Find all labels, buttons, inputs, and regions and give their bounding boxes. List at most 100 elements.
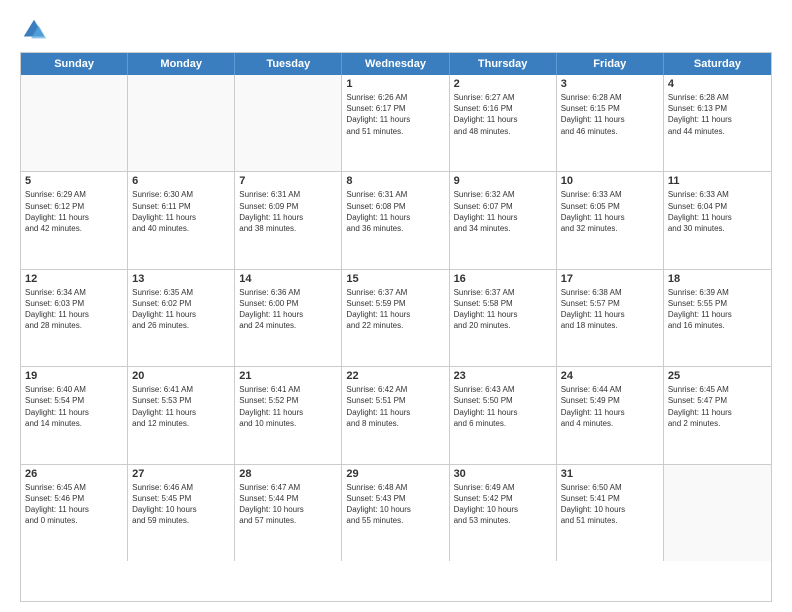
day-details: Sunrise: 6:30 AM Sunset: 6:11 PM Dayligh…	[132, 189, 230, 234]
day-number: 8	[346, 175, 444, 187]
calendar-day-empty	[21, 75, 128, 171]
day-number: 26	[25, 468, 123, 480]
calendar-day-6: 6 Sunrise: 6:30 AM Sunset: 6:11 PM Daylig…	[128, 172, 235, 268]
day-details: Sunrise: 6:28 AM Sunset: 6:15 PM Dayligh…	[561, 92, 659, 137]
calendar-day-29: 29 Sunrise: 6:48 AM Sunset: 5:43 PM Dayli…	[342, 465, 449, 561]
calendar-day-31: 31Sunrise: 6:50 AM Sunset: 5:41 PM Dayli…	[557, 465, 664, 561]
day-number: 16	[454, 273, 552, 285]
calendar-day-23: 23 Sunrise: 6:43 AM Sunset: 5:50 PM Dayli…	[450, 367, 557, 463]
day-details: Sunrise: 6:49 AM Sunset: 5:42 PM Dayligh…	[454, 482, 552, 527]
calendar-day-3: 3 Sunrise: 6:28 AM Sunset: 6:15 PM Daylig…	[557, 75, 664, 171]
calendar-day-19: 19Sunrise: 6:40 AM Sunset: 5:54 PM Dayli…	[21, 367, 128, 463]
day-number: 19	[25, 370, 123, 382]
calendar-day-17: 17Sunrise: 6:38 AM Sunset: 5:57 PM Dayli…	[557, 270, 664, 366]
day-number: 23	[454, 370, 552, 382]
calendar-day-30: 30 Sunrise: 6:49 AM Sunset: 5:42 PM Dayli…	[450, 465, 557, 561]
calendar-day-26: 26 Sunrise: 6:45 AM Sunset: 5:46 PM Dayli…	[21, 465, 128, 561]
day-number: 18	[668, 273, 767, 285]
day-details: Sunrise: 6:42 AM Sunset: 5:51 PM Dayligh…	[346, 384, 444, 429]
day-details: Sunrise: 6:33 AM Sunset: 6:05 PM Dayligh…	[561, 189, 659, 234]
calendar-day-20: 20Sunrise: 6:41 AM Sunset: 5:53 PM Dayli…	[128, 367, 235, 463]
calendar-day-2: 2Sunrise: 6:27 AM Sunset: 6:16 PM Daylig…	[450, 75, 557, 171]
header-day-wednesday: Wednesday	[342, 53, 449, 75]
calendar-day-12: 12Sunrise: 6:34 AM Sunset: 6:03 PM Dayli…	[21, 270, 128, 366]
day-number: 2	[454, 78, 552, 90]
day-number: 21	[239, 370, 337, 382]
logo-icon	[20, 16, 48, 44]
calendar-day-empty	[235, 75, 342, 171]
day-details: Sunrise: 6:43 AM Sunset: 5:50 PM Dayligh…	[454, 384, 552, 429]
calendar-day-21: 21 Sunrise: 6:41 AM Sunset: 5:52 PM Dayli…	[235, 367, 342, 463]
calendar: SundayMondayTuesdayWednesdayThursdayFrid…	[20, 52, 772, 602]
day-details: Sunrise: 6:36 AM Sunset: 6:00 PM Dayligh…	[239, 287, 337, 332]
header-day-saturday: Saturday	[664, 53, 771, 75]
day-details: Sunrise: 6:34 AM Sunset: 6:03 PM Dayligh…	[25, 287, 123, 332]
calendar-day-28: 28Sunrise: 6:47 AM Sunset: 5:44 PM Dayli…	[235, 465, 342, 561]
day-details: Sunrise: 6:33 AM Sunset: 6:04 PM Dayligh…	[668, 189, 767, 234]
day-number: 17	[561, 273, 659, 285]
day-number: 27	[132, 468, 230, 480]
calendar-day-4: 4 Sunrise: 6:28 AM Sunset: 6:13 PM Daylig…	[664, 75, 771, 171]
day-details: Sunrise: 6:37 AM Sunset: 5:58 PM Dayligh…	[454, 287, 552, 332]
day-number: 30	[454, 468, 552, 480]
calendar-day-16: 16 Sunrise: 6:37 AM Sunset: 5:58 PM Dayli…	[450, 270, 557, 366]
day-details: Sunrise: 6:39 AM Sunset: 5:55 PM Dayligh…	[668, 287, 767, 332]
day-number: 13	[132, 273, 230, 285]
day-number: 5	[25, 175, 123, 187]
calendar-header: SundayMondayTuesdayWednesdayThursdayFrid…	[21, 53, 771, 75]
day-number: 6	[132, 175, 230, 187]
day-details: Sunrise: 6:41 AM Sunset: 5:52 PM Dayligh…	[239, 384, 337, 429]
day-number: 11	[668, 175, 767, 187]
calendar-week-3: 12Sunrise: 6:34 AM Sunset: 6:03 PM Dayli…	[21, 269, 771, 366]
calendar-day-18: 18 Sunrise: 6:39 AM Sunset: 5:55 PM Dayli…	[664, 270, 771, 366]
calendar-day-22: 22 Sunrise: 6:42 AM Sunset: 5:51 PM Dayli…	[342, 367, 449, 463]
calendar-day-14: 14Sunrise: 6:36 AM Sunset: 6:00 PM Dayli…	[235, 270, 342, 366]
calendar-day-13: 13 Sunrise: 6:35 AM Sunset: 6:02 PM Dayli…	[128, 270, 235, 366]
header	[20, 16, 772, 44]
calendar-day-27: 27 Sunrise: 6:46 AM Sunset: 5:45 PM Dayli…	[128, 465, 235, 561]
day-details: Sunrise: 6:50 AM Sunset: 5:41 PM Dayligh…	[561, 482, 659, 527]
calendar-day-empty	[128, 75, 235, 171]
calendar-day-7: 7Sunrise: 6:31 AM Sunset: 6:09 PM Daylig…	[235, 172, 342, 268]
calendar-day-25: 25Sunrise: 6:45 AM Sunset: 5:47 PM Dayli…	[664, 367, 771, 463]
day-details: Sunrise: 6:35 AM Sunset: 6:02 PM Dayligh…	[132, 287, 230, 332]
day-details: Sunrise: 6:32 AM Sunset: 6:07 PM Dayligh…	[454, 189, 552, 234]
calendar-day-5: 5 Sunrise: 6:29 AM Sunset: 6:12 PM Daylig…	[21, 172, 128, 268]
calendar-day-24: 24 Sunrise: 6:44 AM Sunset: 5:49 PM Dayli…	[557, 367, 664, 463]
calendar-day-8: 8 Sunrise: 6:31 AM Sunset: 6:08 PM Daylig…	[342, 172, 449, 268]
header-day-monday: Monday	[128, 53, 235, 75]
page: SundayMondayTuesdayWednesdayThursdayFrid…	[0, 0, 792, 612]
day-details: Sunrise: 6:44 AM Sunset: 5:49 PM Dayligh…	[561, 384, 659, 429]
day-details: Sunrise: 6:31 AM Sunset: 6:09 PM Dayligh…	[239, 189, 337, 234]
day-number: 29	[346, 468, 444, 480]
calendar-day-10: 10Sunrise: 6:33 AM Sunset: 6:05 PM Dayli…	[557, 172, 664, 268]
calendar-day-empty	[664, 465, 771, 561]
day-details: Sunrise: 6:37 AM Sunset: 5:59 PM Dayligh…	[346, 287, 444, 332]
header-day-friday: Friday	[557, 53, 664, 75]
day-details: Sunrise: 6:48 AM Sunset: 5:43 PM Dayligh…	[346, 482, 444, 527]
day-number: 9	[454, 175, 552, 187]
header-day-thursday: Thursday	[450, 53, 557, 75]
day-number: 24	[561, 370, 659, 382]
header-day-sunday: Sunday	[21, 53, 128, 75]
header-day-tuesday: Tuesday	[235, 53, 342, 75]
day-number: 20	[132, 370, 230, 382]
day-details: Sunrise: 6:28 AM Sunset: 6:13 PM Dayligh…	[668, 92, 767, 137]
day-details: Sunrise: 6:45 AM Sunset: 5:46 PM Dayligh…	[25, 482, 123, 527]
day-number: 25	[668, 370, 767, 382]
calendar-body: 1Sunrise: 6:26 AM Sunset: 6:17 PM Daylig…	[21, 75, 771, 561]
logo	[20, 16, 52, 44]
calendar-week-2: 5 Sunrise: 6:29 AM Sunset: 6:12 PM Daylig…	[21, 171, 771, 268]
calendar-day-9: 9 Sunrise: 6:32 AM Sunset: 6:07 PM Daylig…	[450, 172, 557, 268]
day-number: 1	[346, 78, 444, 90]
calendar-week-4: 19Sunrise: 6:40 AM Sunset: 5:54 PM Dayli…	[21, 366, 771, 463]
day-number: 4	[668, 78, 767, 90]
day-details: Sunrise: 6:46 AM Sunset: 5:45 PM Dayligh…	[132, 482, 230, 527]
calendar-day-11: 11 Sunrise: 6:33 AM Sunset: 6:04 PM Dayli…	[664, 172, 771, 268]
day-number: 3	[561, 78, 659, 90]
day-number: 22	[346, 370, 444, 382]
day-details: Sunrise: 6:29 AM Sunset: 6:12 PM Dayligh…	[25, 189, 123, 234]
day-number: 15	[346, 273, 444, 285]
day-number: 28	[239, 468, 337, 480]
day-details: Sunrise: 6:31 AM Sunset: 6:08 PM Dayligh…	[346, 189, 444, 234]
